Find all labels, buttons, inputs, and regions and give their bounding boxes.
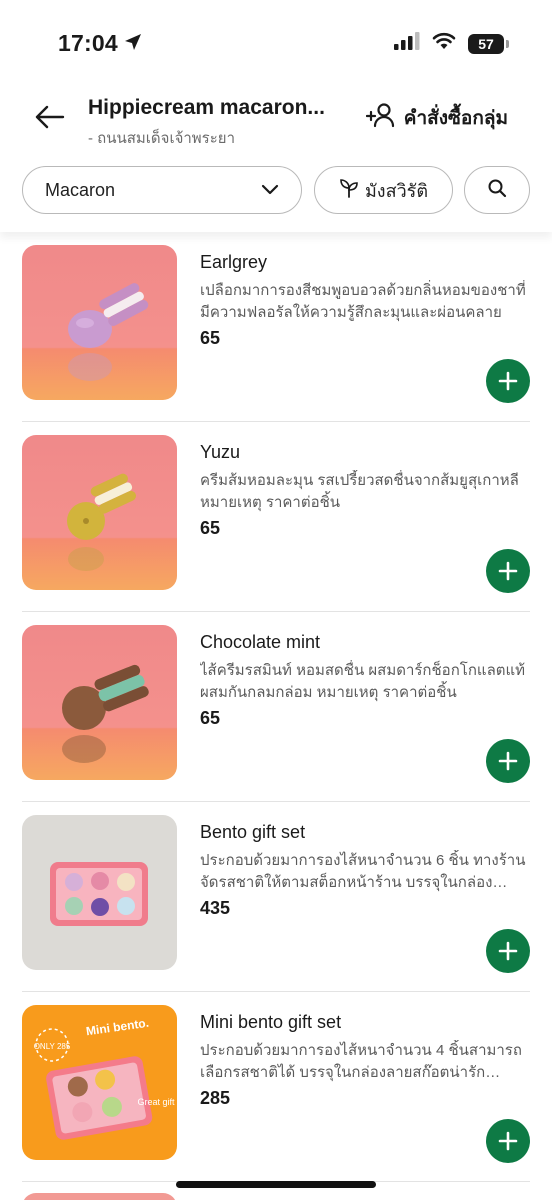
next-product-image-peek: [22, 1193, 177, 1200]
search-icon: [487, 178, 507, 203]
product-item[interactable]: Earlgrey เปลือกมาการองสีชมพูอบอวลด้วยกลิ…: [22, 232, 530, 422]
product-image: [22, 435, 177, 590]
product-name: Bento gift set: [200, 822, 306, 842]
product-description: เปลือกมาการองสีชมพูอบอวลด้วยกลิ่นหอมของช…: [200, 282, 526, 321]
product-name: Mini bento gift set: [200, 1012, 342, 1032]
filter-bar: Macaron มังสวิรัติ: [0, 164, 552, 232]
product-item[interactable]: Chocolate mint ไส้ครีมรสมินท์ หอมสดชื่น …: [22, 612, 530, 802]
product-image: [22, 815, 177, 970]
plus-icon: [498, 561, 518, 581]
store-subtitle: - ถนนสมเด็จเจ้าพระยา: [88, 130, 236, 147]
group-add-icon: [365, 102, 396, 134]
search-button[interactable]: [464, 166, 530, 214]
promo-badge-text: ONLY 285: [34, 1042, 71, 1051]
product-price: 65: [200, 518, 221, 538]
group-order-button[interactable]: คำสั่งซื้อกลุ่ม: [365, 102, 508, 134]
product-price: 435: [200, 898, 231, 918]
add-to-cart-button[interactable]: [486, 359, 530, 403]
group-order-label: คำสั่งซื้อกลุ่ม: [403, 108, 508, 129]
status-bar: 17:04 57: [0, 0, 552, 88]
product-image: [22, 625, 177, 780]
product-description: ประกอบด้วยมาการองไส้หนาจำนวน 4 ชิ้นสามาร…: [200, 1042, 522, 1081]
product-price: 285: [200, 1088, 231, 1108]
product-price: 65: [200, 708, 221, 728]
category-dropdown[interactable]: Macaron: [22, 166, 302, 214]
cellular-signal-icon: [394, 32, 420, 55]
chevron-down-icon: [261, 180, 279, 201]
vegetarian-filter-label: มังสวิรัติ: [364, 180, 429, 201]
battery-icon: 57: [468, 33, 509, 54]
wifi-icon: [432, 32, 456, 55]
product-name: Yuzu: [200, 442, 241, 462]
category-dropdown-label: Macaron: [45, 179, 116, 200]
status-time: 17:04: [58, 30, 142, 57]
add-to-cart-button[interactable]: [486, 1119, 530, 1163]
store-title: Hippiecream macaron...: [88, 96, 325, 119]
product-description: ประกอบด้วยมาการองไส้หนาจำนวน 6 ชิ้น ทางร…: [200, 852, 526, 891]
back-button[interactable]: [30, 102, 70, 136]
clock-text: 17:04: [58, 30, 118, 56]
product-image: [22, 245, 177, 400]
plus-icon: [498, 941, 518, 961]
product-name: Chocolate mint: [200, 632, 321, 652]
home-indicator[interactable]: [176, 1181, 376, 1188]
plus-icon: [498, 371, 518, 391]
product-price: 65: [200, 328, 221, 348]
product-name: Earlgrey: [200, 252, 268, 272]
product-list: Earlgrey เปลือกมาการองสีชมพูอบอวลด้วยกลิ…: [0, 232, 552, 1182]
add-to-cart-button[interactable]: [486, 549, 530, 593]
arrow-left-icon: [35, 105, 65, 134]
location-arrow-icon: [124, 30, 142, 57]
product-item[interactable]: Yuzu ครีมส้มหอมละมุน รสเปรี้ยวสดชื่นจากส…: [22, 422, 530, 612]
title-block: Hippiecream macaron... - ถนนสมเด็จเจ้าพร…: [88, 96, 338, 150]
product-image: ONLY 285 Mini bento. Great gift: [22, 1005, 177, 1160]
status-icons: 57: [394, 32, 509, 55]
vegetarian-filter-chip[interactable]: มังสวิรัติ: [314, 166, 453, 214]
add-to-cart-button[interactable]: [486, 739, 530, 783]
product-item[interactable]: Bento gift set ประกอบด้วยมาการองไส้หนาจำ…: [22, 802, 530, 992]
product-description: ไส้ครีมรสมินท์ หอมสดชื่น ผสมดาร์กช็อกโกแ…: [200, 662, 526, 701]
store-header: Hippiecream macaron... - ถนนสมเด็จเจ้าพร…: [0, 88, 552, 158]
plus-icon: [498, 1131, 518, 1151]
promo-tag-text: Great gift: [137, 1097, 175, 1107]
product-description: ครีมส้มหอมละมุน รสเปรี้ยวสดชื่นจากส้มยูส…: [200, 472, 519, 511]
sprout-icon: [339, 178, 359, 203]
product-item[interactable]: ONLY 285 Mini bento. Great gift Mini ben…: [22, 992, 530, 1182]
add-to-cart-button[interactable]: [486, 929, 530, 973]
plus-icon: [498, 751, 518, 771]
